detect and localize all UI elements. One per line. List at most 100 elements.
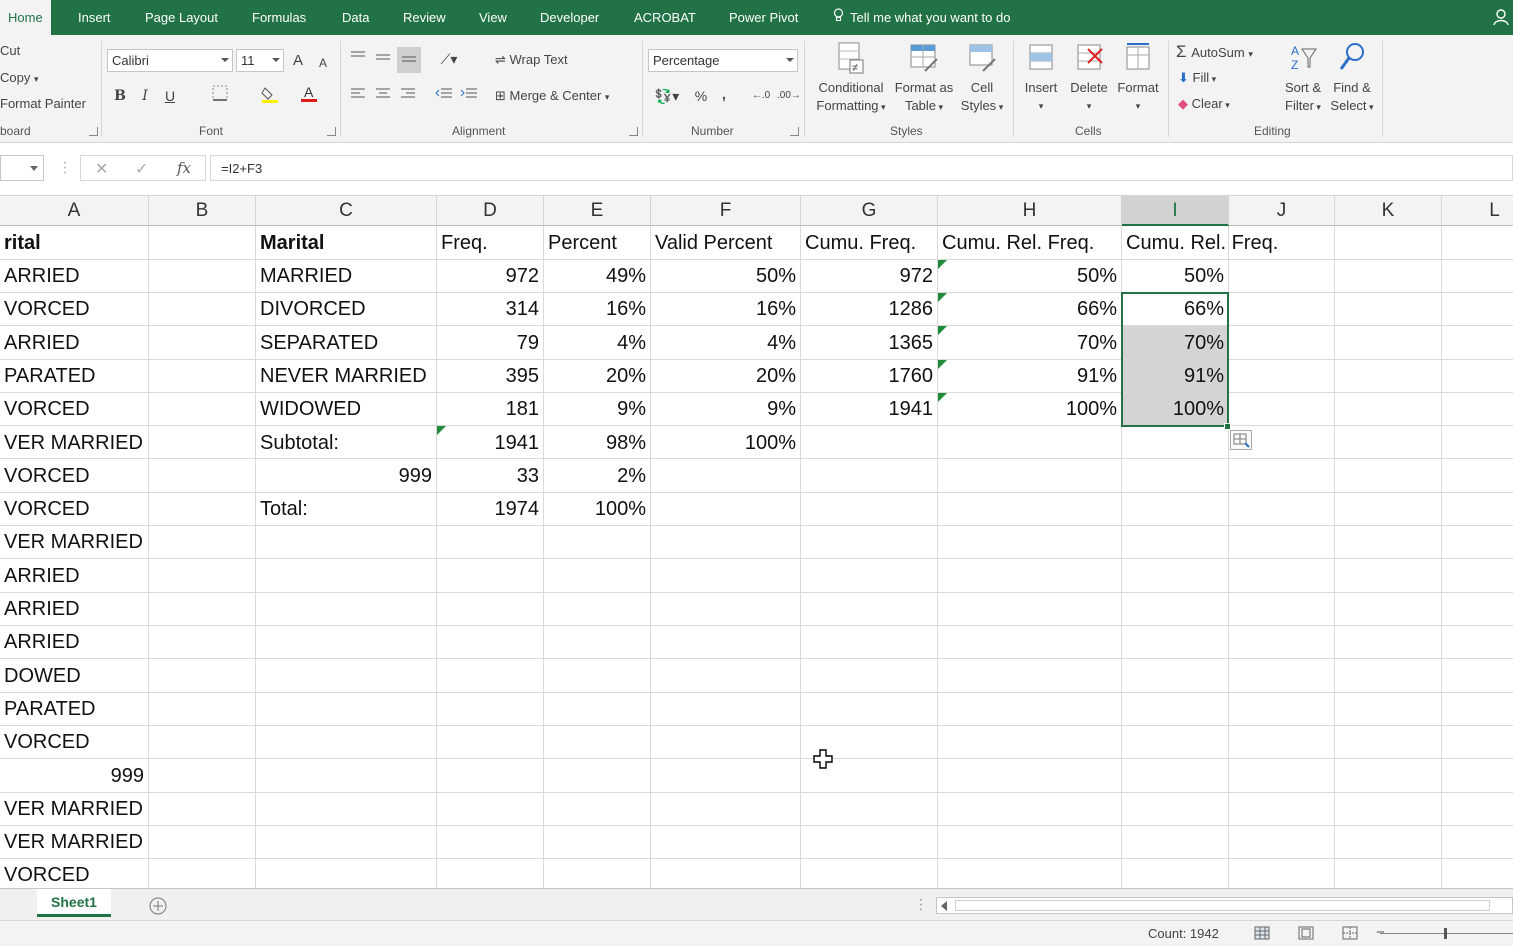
font-size-dropdown[interactable]: 11 <box>236 49 284 72</box>
scroll-left-icon[interactable] <box>941 901 947 911</box>
format-cells-button[interactable]: Format ▾ <box>1114 41 1162 115</box>
increase-decimal-icon[interactable]: ←.0 <box>751 85 771 107</box>
cell-i3[interactable]: 66% <box>1122 293 1228 326</box>
borders-icon[interactable] <box>211 85 229 107</box>
cell-f5[interactable]: 20% <box>651 360 800 393</box>
cell-e6[interactable]: 9% <box>544 393 650 426</box>
delete-cells-button[interactable]: Delete ▾ <box>1066 41 1112 115</box>
cell-f7[interactable]: 100% <box>651 427 800 460</box>
sheet-tab-sheet1[interactable]: Sheet1 <box>37 889 111 917</box>
cell-e1[interactable]: Percent <box>544 227 650 260</box>
cell-e4[interactable]: 4% <box>544 327 650 360</box>
cell-a8[interactable]: VORCED <box>0 460 148 493</box>
format-as-table-button[interactable]: Format as Table ▾ <box>892 41 956 116</box>
shrink-font-button[interactable]: A <box>316 52 330 74</box>
percent-style-button[interactable]: % <box>692 85 710 107</box>
cell-e8[interactable]: 2% <box>544 460 650 493</box>
cell-c4[interactable]: SEPARATED <box>256 327 436 360</box>
tab-view[interactable]: View <box>479 0 507 35</box>
cell-c6[interactable]: WIDOWED <box>256 393 436 426</box>
normal-view-icon[interactable] <box>1254 926 1270 940</box>
cell-f6[interactable]: 9% <box>651 393 800 426</box>
cell-a7[interactable]: VER MARRIED <box>0 427 148 460</box>
cell-d2[interactable]: 972 <box>437 260 543 293</box>
copy-button[interactable]: Copy ▾ <box>0 70 39 85</box>
cell-a1[interactable]: rital <box>0 227 148 260</box>
column-header-a[interactable]: A <box>0 196 149 226</box>
bold-button[interactable]: B <box>111 85 129 107</box>
cell-e7[interactable]: 98% <box>544 427 650 460</box>
cell-h2[interactable]: 50% <box>938 260 1121 293</box>
cell-styles-button[interactable]: Cell Styles ▾ <box>956 41 1008 116</box>
cut-button[interactable]: Cut <box>0 43 20 58</box>
column-header-d[interactable]: D <box>437 196 544 226</box>
number-launcher-icon[interactable] <box>790 127 799 136</box>
tab-power-pivot[interactable]: Power Pivot <box>729 0 798 35</box>
quick-analysis-icon[interactable] <box>1230 430 1252 450</box>
cell-h5[interactable]: 91% <box>938 360 1121 393</box>
cell-a16[interactable]: VORCED <box>0 726 148 759</box>
tell-me-box[interactable]: Tell me what you want to do <box>833 0 1010 35</box>
comma-style-button[interactable]: , <box>717 83 731 105</box>
tab-formulas[interactable]: Formulas <box>252 0 306 35</box>
cell-d7[interactable]: 1941 <box>437 427 543 460</box>
number-format-dropdown[interactable]: Percentage <box>648 49 798 72</box>
worksheet-grid[interactable]: A B C D E F G H I J K L rital ARRIED VOR… <box>0 196 1513 888</box>
cell-i4[interactable]: 70% <box>1122 327 1228 360</box>
column-header-j[interactable]: J <box>1229 196 1335 226</box>
cell-d5[interactable]: 395 <box>437 360 543 393</box>
clear-button[interactable]: ◆ Clear ▾ <box>1178 96 1230 112</box>
cell-i6[interactable]: 100% <box>1122 393 1228 426</box>
accounting-format-icon[interactable]: 💱▾ <box>650 85 684 107</box>
cell-a6[interactable]: VORCED <box>0 393 148 426</box>
scrollbar-thumb[interactable] <box>955 900 1490 911</box>
enter-icon[interactable]: ✓ <box>135 159 148 179</box>
zoom-slider-thumb[interactable] <box>1444 928 1447 939</box>
column-header-c[interactable]: C <box>256 196 437 226</box>
cell-h1[interactable]: Cumu. Rel. Freq. <box>938 227 1121 260</box>
increase-indent-icon[interactable] <box>458 85 480 107</box>
cell-a18[interactable]: VER MARRIED <box>0 793 148 826</box>
column-header-f[interactable]: F <box>651 196 801 226</box>
cell-d4[interactable]: 79 <box>437 327 543 360</box>
cancel-icon[interactable]: ✕ <box>95 159 108 179</box>
cell-a15[interactable]: PARATED <box>0 693 148 726</box>
cell-g6[interactable]: 1941 <box>801 393 937 426</box>
font-launcher-icon[interactable] <box>327 127 336 136</box>
column-header-l[interactable]: L <box>1442 196 1513 226</box>
cell-f3[interactable]: 16% <box>651 293 800 326</box>
cell-d8[interactable]: 33 <box>437 460 543 493</box>
cell-a3[interactable]: VORCED <box>0 293 148 326</box>
name-box[interactable] <box>0 155 44 181</box>
cell-i5[interactable]: 91% <box>1122 360 1228 393</box>
cell-g4[interactable]: 1365 <box>801 327 937 360</box>
cell-g3[interactable]: 1286 <box>801 293 937 326</box>
sort-filter-button[interactable]: AZ Sort & Filter ▾ <box>1280 41 1326 116</box>
cell-a9[interactable]: VORCED <box>0 493 148 526</box>
italic-button[interactable]: I <box>136 85 154 107</box>
user-icon[interactable] <box>1493 8 1509 26</box>
cell-a4[interactable]: ARRIED <box>0 327 148 360</box>
cell-e5[interactable]: 20% <box>544 360 650 393</box>
column-header-i[interactable]: I <box>1122 196 1229 226</box>
merge-center-button[interactable]: ⊞ Merge & Center ▾ <box>495 88 609 104</box>
cell-c2[interactable]: MARRIED <box>256 260 436 293</box>
tab-insert[interactable]: Insert <box>78 0 111 35</box>
add-sheet-icon[interactable] <box>148 896 168 916</box>
align-top-icon[interactable] <box>348 48 368 70</box>
cell-e3[interactable]: 16% <box>544 293 650 326</box>
cell-a19[interactable]: VER MARRIED <box>0 826 148 859</box>
format-painter-button[interactable]: Format Painter <box>0 96 86 111</box>
find-select-button[interactable]: Find & Select ▾ <box>1328 41 1376 116</box>
cell-a12[interactable]: ARRIED <box>0 593 148 626</box>
cell-c9[interactable]: Total: <box>256 493 436 526</box>
cell-g1[interactable]: Cumu. Freq. <box>801 227 937 260</box>
font-name-dropdown[interactable]: Calibri <box>107 49 233 72</box>
column-header-b[interactable]: B <box>149 196 256 226</box>
horizontal-scrollbar[interactable] <box>936 897 1513 914</box>
column-header-e[interactable]: E <box>544 196 651 226</box>
align-bottom-icon[interactable] <box>397 47 421 73</box>
tab-home[interactable]: Home <box>0 0 51 35</box>
insert-function-button[interactable]: fx <box>177 159 191 177</box>
align-right-icon[interactable] <box>398 85 418 107</box>
